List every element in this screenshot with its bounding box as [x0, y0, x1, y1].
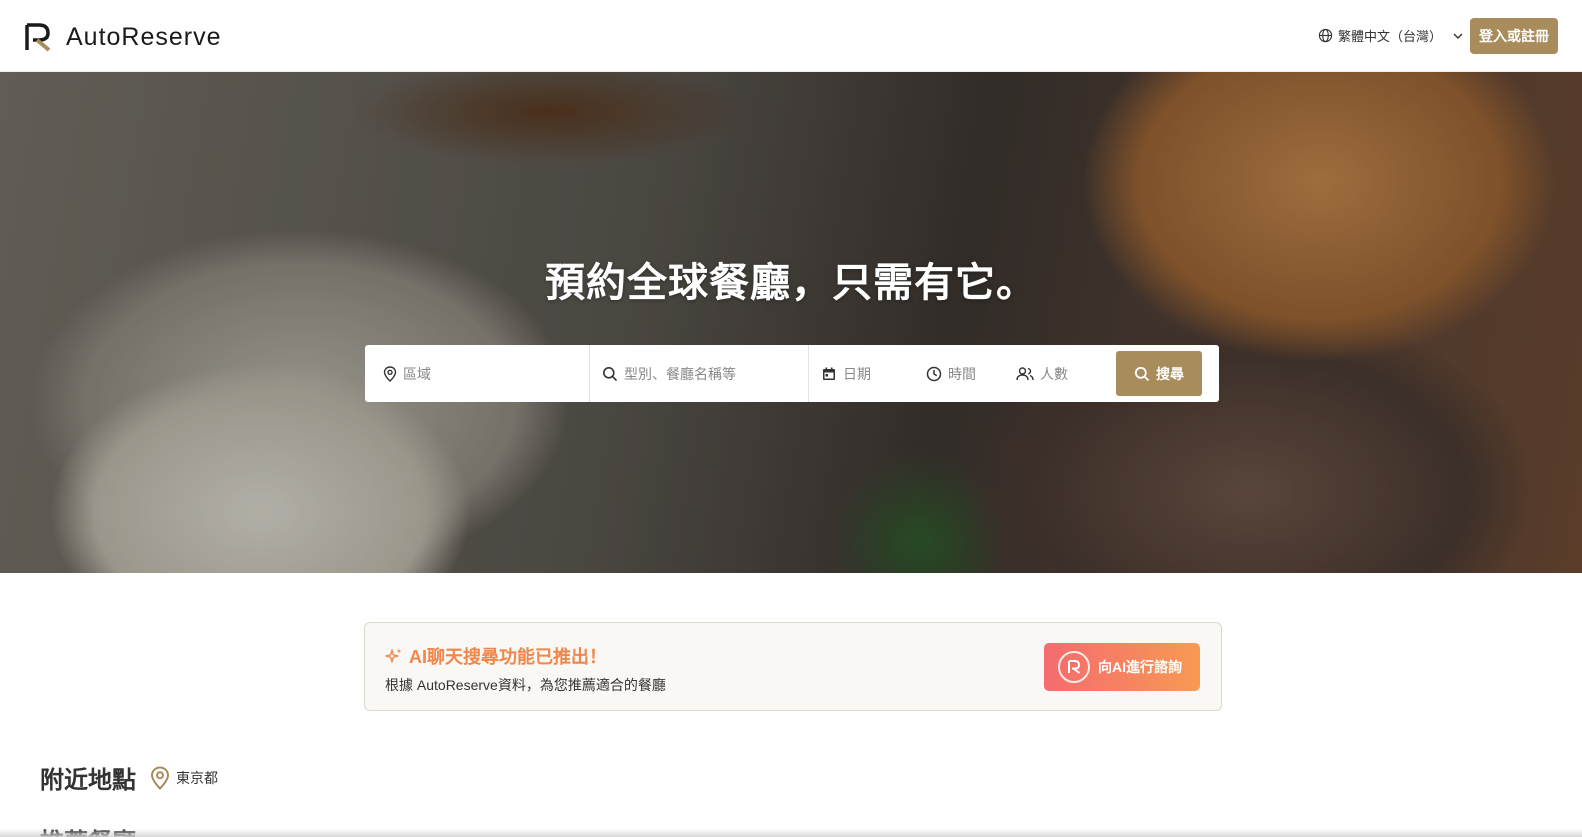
hero-title: 預約全球餐廳，只需有它。: [545, 261, 1037, 305]
search-button[interactable]: 搜尋: [1116, 351, 1202, 396]
ai-banner-title-text: AI聊天搜尋功能已推出！: [409, 647, 607, 667]
language-selector[interactable]: 繁體中文（台灣）: [1318, 26, 1469, 45]
search-bar: 區域 型別、餐廳名稱等 日期 時間 人數 搜尋: [365, 345, 1219, 402]
area-placeholder: 區域: [403, 365, 431, 382]
search-button-label: 搜尋: [1156, 365, 1184, 382]
people-icon: [1016, 366, 1034, 380]
nearby-title: 附近地點: [40, 767, 136, 794]
chevron-down-icon: [1453, 33, 1463, 39]
time-placeholder: 時間: [948, 365, 976, 382]
ask-ai-button[interactable]: 向AI進行諮詢: [1044, 643, 1200, 691]
ai-chat-banner: AI聊天搜尋功能已推出！ 根據 AutoReserve資料，為您推薦適合的餐廳 …: [364, 622, 1222, 711]
genre-search-field[interactable]: 型別、餐廳名稱等: [590, 345, 809, 402]
autoreserve-logo-icon: [25, 23, 51, 52]
globe-icon: [1318, 28, 1333, 43]
calendar-icon: [823, 367, 835, 380]
ai-banner-title: AI聊天搜尋功能已推出！: [385, 643, 607, 669]
search-icon: [1134, 366, 1150, 381]
nearby-location[interactable]: 東京都: [150, 765, 218, 790]
scroll-fade: [0, 829, 1582, 837]
map-pin-icon: [383, 365, 397, 382]
nearby-location-label: 東京都: [176, 769, 218, 786]
sparkle-icon: [385, 648, 402, 663]
genre-placeholder: 型別、餐廳名稱等: [624, 365, 736, 382]
autoreserve-logo-icon: [1058, 651, 1090, 683]
hero-banner: 預約全球餐廳，只需有它。 區域 型別、餐廳名稱等 日期 時間 人數 搜尋: [0, 72, 1582, 573]
brand-logo[interactable]: AutoReserve: [24, 22, 222, 52]
date-field[interactable]: 日期: [809, 345, 914, 402]
clock-icon: [926, 366, 942, 381]
login-register-button[interactable]: 登入或註冊: [1470, 18, 1558, 54]
search-icon: [603, 366, 618, 381]
language-label: 繁體中文（台灣）: [1338, 29, 1443, 44]
people-field[interactable]: 人數: [1004, 345, 1114, 402]
location-pin-icon: [150, 765, 170, 790]
people-placeholder: 人數: [1040, 365, 1068, 382]
time-field[interactable]: 時間: [914, 345, 1004, 402]
ask-ai-button-label: 向AI進行諮詢: [1098, 659, 1182, 675]
brand-name: AutoReserve: [66, 22, 222, 51]
site-header: AutoReserve 繁體中文（台灣） 登入或註冊: [0, 0, 1582, 72]
nearby-section-header: 附近地點 東京都: [40, 760, 218, 795]
date-placeholder: 日期: [843, 365, 871, 382]
area-field[interactable]: 區域: [365, 345, 590, 402]
ai-banner-description: 根據 AutoReserve資料，為您推薦適合的餐廳: [385, 677, 666, 693]
